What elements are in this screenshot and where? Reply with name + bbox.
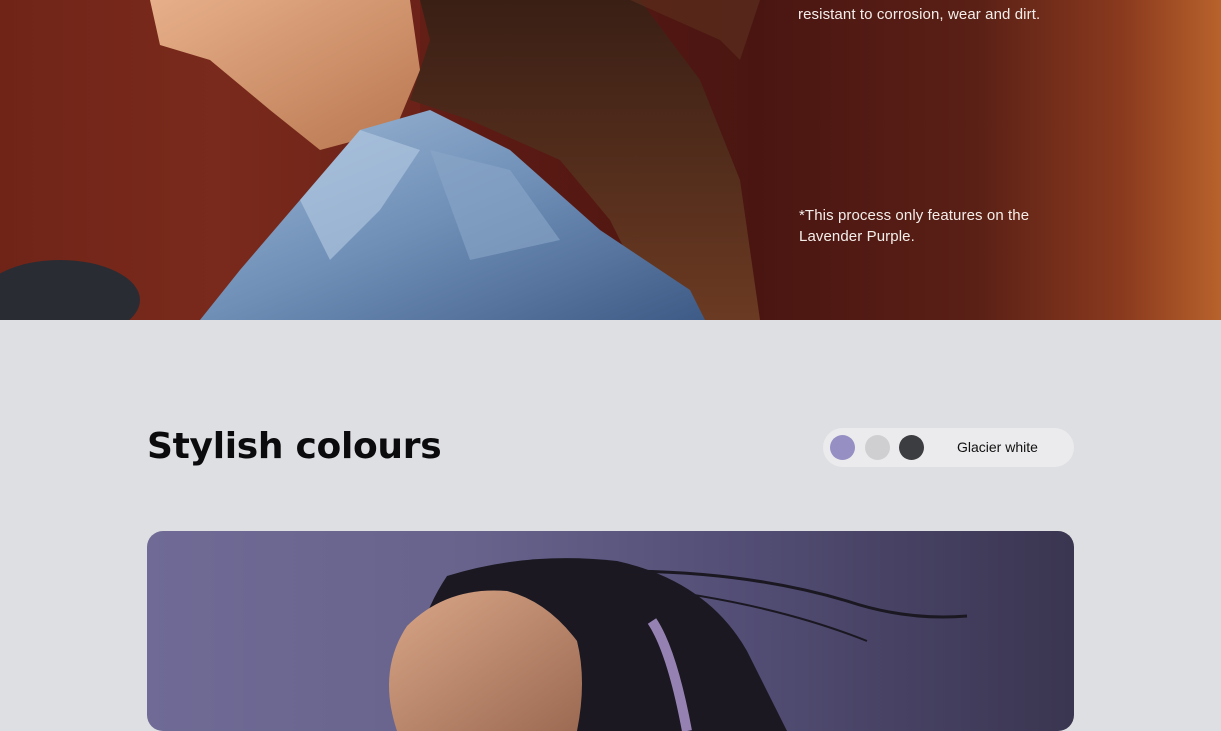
- hero-photo: [0, 0, 760, 320]
- hero-banner: resistant to corrosion, wear and dirt. *…: [0, 0, 1221, 320]
- product-colour-card: [147, 531, 1074, 731]
- hero-footnote: *This process only features on the Laven…: [799, 207, 1030, 245]
- colour-selector: Glacier white: [823, 428, 1074, 467]
- swatch-lavender-purple[interactable]: [830, 435, 855, 460]
- swatch-dark[interactable]: [899, 435, 924, 460]
- hero-feature-text: resistant to corrosion, wear and dirt.: [798, 6, 1041, 23]
- selected-colour-label: Glacier white: [957, 439, 1038, 455]
- swatch-glacier-white[interactable]: [865, 435, 890, 460]
- card-photo: [389, 558, 968, 731]
- section-title: Stylish colours: [147, 426, 442, 467]
